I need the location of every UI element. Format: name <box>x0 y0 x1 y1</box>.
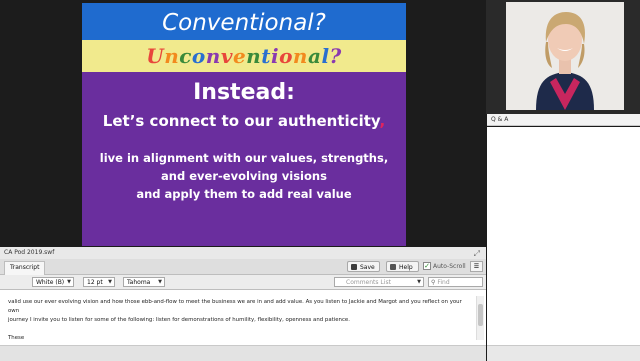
slide-body-line-1: live in alignment with our values, stren… <box>99 151 389 165</box>
tab-transcript[interactable]: Transcript <box>4 261 46 275</box>
slide-title: Conventional? <box>82 3 406 40</box>
transcript-footer <box>0 345 486 361</box>
size-select-value: 12 pt <box>87 279 103 286</box>
presentation-slide: Conventional? Unconventional? Instead: L… <box>82 3 406 246</box>
subtitle-letter: c <box>179 44 192 68</box>
slide-body-line-2: and ever-evolving visions <box>161 169 327 183</box>
slide-pod: Conventional? Unconventional? Instead: L… <box>0 0 486 246</box>
help-button-label: Help <box>399 264 413 271</box>
search-icon: ⚲ <box>431 279 436 286</box>
transcript-tabbar: Transcript Save Help ✓ Auto-Scroll ☰ <box>0 259 486 275</box>
save-button-label: Save <box>360 264 375 271</box>
color-select-value: White (B) <box>36 279 65 286</box>
qa-content <box>487 127 640 345</box>
transcript-line: These <box>8 335 25 341</box>
save-button[interactable]: Save <box>347 261 380 272</box>
pod-title-text: CA Pod 2019.swf <box>4 249 55 256</box>
presenter-video <box>506 2 624 110</box>
transcript-line: journey I invite you to listen for some … <box>8 317 350 323</box>
transcript-pod-title: CA Pod 2019.swf ⤢ <box>0 247 486 259</box>
transcript-line: valid use our ever evolving vision and h… <box>8 299 462 314</box>
subtitle-letter: e <box>232 44 247 68</box>
subtitle-letter: n <box>164 44 180 68</box>
subtitle-letter: o <box>191 44 206 68</box>
font-select[interactable]: Tahoma ▼ <box>123 277 165 287</box>
help-button[interactable]: Help <box>386 261 419 272</box>
presenter-image <box>506 2 624 110</box>
slide-subheading: Let’s connect to our authenticity, <box>82 112 406 130</box>
slide-heading: Instead: <box>193 80 295 105</box>
transcript-spacer <box>8 325 474 334</box>
subtitle-letter: U <box>146 44 165 68</box>
chevron-down-icon: ▼ <box>108 279 112 285</box>
chevron-down-icon: ▼ <box>417 279 421 285</box>
subtitle-letter: n <box>205 44 221 68</box>
qa-footer <box>487 345 640 361</box>
pod-menu-icon[interactable]: ☰ <box>470 261 483 272</box>
comments-select-value: Comments List <box>346 279 391 286</box>
auto-scroll-label: Auto-Scroll <box>433 263 466 270</box>
font-select-value: Tahoma <box>127 279 151 286</box>
help-icon <box>390 264 396 270</box>
subtitle-letter: n <box>292 44 308 68</box>
slide-body-line-3: and apply them to add real value <box>136 187 352 201</box>
slide-subtitle: Unconventional? <box>82 40 406 72</box>
save-icon <box>351 264 357 270</box>
subtitle-letter: t <box>261 44 271 68</box>
subtitle-letter: ? <box>329 44 342 68</box>
chevron-down-icon: ▼ <box>67 279 71 285</box>
subtitle-letter: n <box>246 44 262 68</box>
slide-subheading-mark: , <box>379 112 386 130</box>
transcript-content: valid use our ever evolving vision and h… <box>0 290 486 345</box>
chevron-down-icon: ▼ <box>158 279 162 285</box>
slide-subtitle-text: Unconventional? <box>146 40 342 72</box>
transcript-toolbar: White (B) ▼ 12 pt ▼ Tahoma ▼ Comments List ▼… <box>0 275 486 290</box>
subtitle-letter: l <box>321 44 330 68</box>
transcript-text: valid use our ever evolving vision and h… <box>8 298 474 343</box>
qa-pod-title: Q & A <box>487 114 640 126</box>
subtitle-letter: i <box>270 44 280 68</box>
find-placeholder: Find <box>437 279 450 286</box>
slide-subheading-text: Let’s connect to our authenticity <box>102 112 380 130</box>
find-input[interactable]: ⚲ Find <box>428 277 483 287</box>
scrollbar-thumb[interactable] <box>478 304 483 326</box>
size-select[interactable]: 12 pt ▼ <box>83 277 115 287</box>
subtitle-letter: a <box>307 44 322 68</box>
auto-scroll-checkbox[interactable]: ✓ <box>423 262 431 270</box>
subtitle-letter: o <box>279 44 293 68</box>
color-select[interactable]: White (B) ▼ <box>32 277 74 287</box>
transcript-scrollbar[interactable] <box>476 296 484 340</box>
webcam-pod <box>486 0 640 114</box>
comments-select[interactable]: Comments List ▼ <box>334 277 424 287</box>
subtitle-letter: v <box>220 44 233 68</box>
